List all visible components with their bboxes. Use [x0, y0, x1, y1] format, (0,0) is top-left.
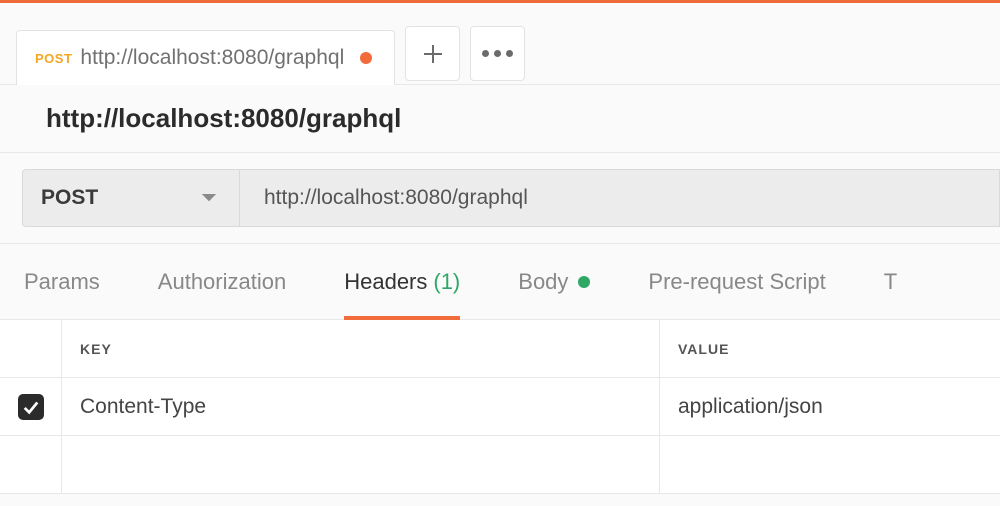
request-line: POST: [0, 153, 1000, 244]
headers-count: (1): [433, 269, 460, 295]
request-title-bar: http://localhost:8080/graphql: [0, 85, 1000, 153]
header-key-cell[interactable]: Content-Type: [62, 378, 660, 435]
plus-icon: [421, 42, 445, 66]
tab-authorization[interactable]: Authorization: [158, 244, 286, 319]
headers-row: Content-Type application/json: [0, 378, 1000, 436]
tab-options-button[interactable]: [470, 26, 525, 81]
url-input[interactable]: [240, 169, 1000, 227]
headers-row-empty: [0, 436, 1000, 494]
request-title: http://localhost:8080/graphql: [46, 103, 1000, 134]
tab-tests[interactable]: T: [884, 244, 897, 319]
request-subtabs: Params Authorization Headers (1) Body Pr…: [0, 244, 1000, 320]
request-tab[interactable]: POST http://localhost:8080/graphql: [16, 30, 395, 85]
body-active-dot-icon: [578, 276, 590, 288]
headers-col-value: VALUE: [660, 320, 1000, 377]
header-value-cell[interactable]: application/json: [660, 378, 1000, 435]
header-enabled-checkbox[interactable]: [18, 394, 44, 420]
tab-headers[interactable]: Headers (1): [344, 244, 460, 319]
header-value-input[interactable]: [660, 436, 1000, 493]
http-method-select[interactable]: POST: [22, 169, 240, 227]
tab-bar: POST http://localhost:8080/graphql: [0, 0, 1000, 85]
tab-pre-request-script[interactable]: Pre-request Script: [648, 244, 825, 319]
chevron-down-icon: [201, 192, 217, 204]
unsaved-dot-icon: [360, 52, 372, 64]
headers-col-key: KEY: [62, 320, 660, 377]
http-method-value: POST: [41, 186, 98, 210]
header-key-input[interactable]: [62, 436, 660, 493]
tab-title: http://localhost:8080/graphql: [80, 46, 344, 70]
tab-params[interactable]: Params: [24, 244, 100, 319]
tab-body[interactable]: Body: [518, 244, 590, 319]
headers-table-head: KEY VALUE: [0, 320, 1000, 378]
header-enabled-cell: [0, 378, 62, 435]
tab-method-badge: POST: [35, 51, 72, 66]
headers-col-toggle: [0, 320, 62, 377]
more-icon: [482, 50, 513, 57]
headers-table: KEY VALUE Content-Type application/json: [0, 320, 1000, 494]
check-icon: [22, 398, 40, 416]
new-tab-button[interactable]: [405, 26, 460, 81]
